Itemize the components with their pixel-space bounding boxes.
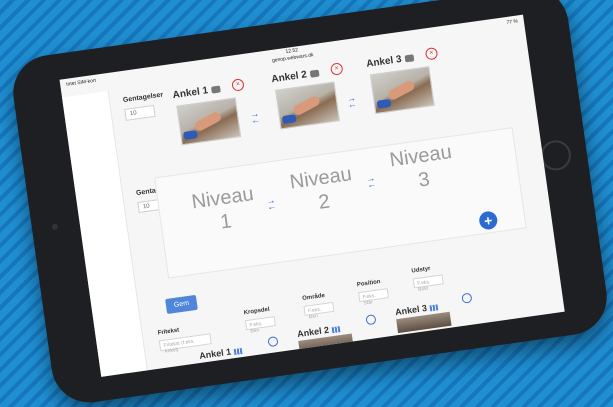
screen: Intet SIM-kort 12.52 genop.webwars.dk 77… [59, 14, 565, 377]
remove-circle-icon[interactable]: × [329, 62, 344, 76]
status-bar: Intet SIM-kort 12.52 genop.webwars.dk 77… [60, 15, 526, 98]
area-input[interactable]: F.eks. Ben [303, 301, 335, 320]
save-button[interactable]: Gem [165, 294, 199, 315]
level-bars-icon [233, 347, 243, 355]
level-bars-icon [331, 325, 341, 333]
select-circle-icon[interactable] [365, 314, 377, 326]
free-text-input[interactable]: Fritekst (f.eks. Ankel) [158, 333, 212, 355]
body-part-input[interactable]: F.eks. Ben [244, 316, 276, 335]
exercise-thumbnail [275, 81, 341, 130]
equipment-label: Udstyr [411, 265, 431, 275]
repetitions-input[interactable]: 10 [124, 104, 156, 121]
equipment-input[interactable]: F.eks. Bold [412, 274, 444, 293]
swap-arrows-icon[interactable]: → ← [366, 173, 385, 190]
comment-icon[interactable] [404, 54, 414, 63]
swap-arrows-icon[interactable]: → ← [346, 93, 366, 110]
level-2[interactable]: Niveau 2 [284, 162, 360, 219]
position-label: Position [356, 279, 381, 289]
level-3[interactable]: Niveau 3 [384, 139, 460, 196]
remove-circle-icon[interactable]: × [231, 78, 245, 92]
area-label: Område [301, 292, 326, 303]
card-title-text: Ankel 1 [172, 85, 209, 102]
exercise-card-title: Ankel 1 [172, 84, 221, 102]
exercise-card-title: Ankel 3 [366, 52, 415, 70]
swap-arrows-icon[interactable]: → ← [250, 108, 269, 125]
card-title-text: Ankel 3 [365, 53, 403, 70]
body-part-label: Kropsdel [243, 306, 271, 317]
result-card-title[interactable]: Ankel 1 [199, 345, 243, 361]
select-circle-icon[interactable] [461, 292, 473, 304]
exercise-thumbnail [176, 97, 242, 146]
swap-arrows-icon[interactable]: → ← [266, 195, 285, 212]
camera [51, 223, 59, 231]
comment-icon[interactable] [309, 69, 320, 78]
address-bar[interactable]: genop.webwars.dk [61, 23, 525, 95]
position-input[interactable]: F.eks. Står [358, 288, 390, 307]
comment-icon[interactable] [210, 85, 221, 94]
repetitions-label: Gentagelser [122, 91, 164, 105]
exercise-card-title: Ankel 2 [270, 68, 320, 86]
sidebar [62, 91, 148, 377]
tablet-frame: Intet SIM-kort 12.52 genop.webwars.dk 77… [8, 0, 612, 407]
card-title-text: Ankel 2 [270, 69, 308, 86]
level-bars-icon [429, 303, 439, 312]
exercise-thumbnail [369, 66, 435, 115]
remove-circle-icon[interactable]: × [424, 46, 439, 61]
select-circle-icon[interactable] [267, 335, 279, 348]
level-1[interactable]: Niveau 1 [186, 181, 262, 238]
free-text-label: Fritekst [157, 327, 180, 337]
